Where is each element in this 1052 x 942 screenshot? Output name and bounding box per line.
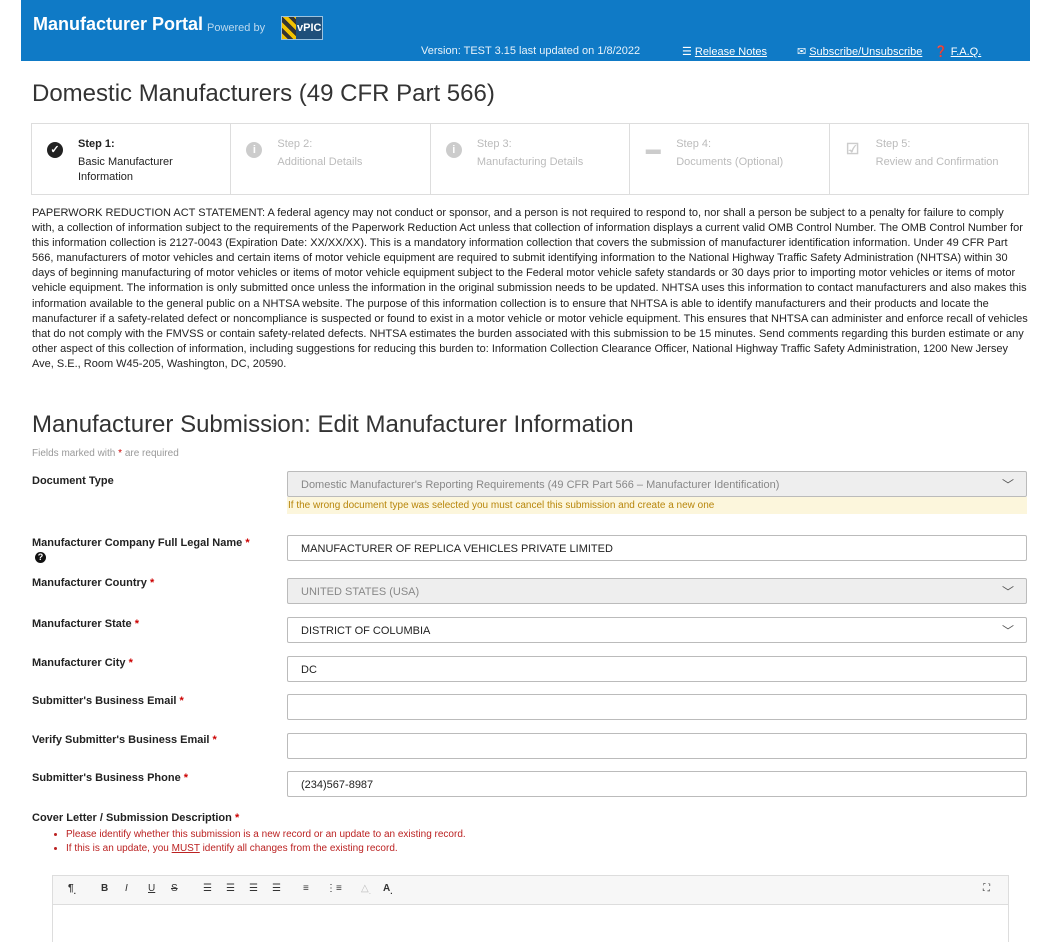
fullscreen-icon[interactable]: ⛶: [983, 883, 990, 894]
document-type-select[interactable]: Domestic Manufacturer's Reporting Requir…: [287, 471, 1027, 497]
step-2[interactable]: i Step 2: Additional Details: [231, 124, 431, 194]
subscribe-link[interactable]: ✉ Subscribe/Unsubscribe: [797, 45, 922, 58]
vpic-logo[interactable]: vPIC: [281, 16, 323, 40]
country-select[interactable]: UNITED STATES (USA) ﹀: [287, 578, 1027, 604]
portal-title[interactable]: Manufacturer Portal: [33, 14, 203, 35]
align-center-icon[interactable]: ☰: [226, 883, 235, 894]
underline-button[interactable]: U: [148, 883, 155, 894]
required-note: Fields marked with * are required: [32, 448, 179, 459]
bullet-list-icon[interactable]: ≡: [303, 883, 309, 894]
highlight-icon[interactable]: △.: [361, 883, 371, 896]
step-3[interactable]: i Step 3: Manufacturing Details: [431, 124, 631, 194]
list-icon: ☰: [682, 46, 692, 58]
info-circle-icon: i: [445, 142, 462, 158]
email-input[interactable]: [287, 694, 1027, 720]
info-circle-icon: i: [246, 142, 263, 158]
phone-input[interactable]: (234)567-8987: [287, 771, 1027, 797]
chevron-down-icon: ﹀: [1001, 624, 1014, 638]
document-type-label: Document Type: [32, 475, 114, 487]
step-title: Step 5:: [875, 138, 911, 150]
folder-open-icon: ▬: [645, 141, 661, 158]
version-info: Version: TEST 3.15 last updated on 1/8/2…: [421, 45, 641, 57]
help-question-icon[interactable]: ?: [35, 551, 46, 563]
question-circle-icon: ❓: [934, 46, 948, 58]
email-label: Submitter's Business Email *: [32, 695, 184, 707]
page-title: Domestic Manufacturers (49 CFR Part 566): [32, 80, 495, 107]
align-right-icon[interactable]: ☰: [249, 883, 258, 894]
verify-email-label: Verify Submitter's Business Email *: [32, 734, 217, 746]
editor-toolbar: ¶. B I U S ☰ ☰ ☰ ☰ ≡ ⋮≡ △. A. ⛶: [53, 876, 1008, 905]
step-desc: Basic Manufacturer Information: [78, 156, 173, 183]
cover-letter-notes: Please identify whether this submission …: [50, 828, 466, 856]
paperwork-reduction-statement: PAPERWORK REDUCTION ACT STATEMENT: A fed…: [32, 207, 1028, 370]
step-desc: Review and Confirmation: [875, 156, 999, 168]
document-type-warning: If the wrong document type was selected …: [287, 497, 1027, 514]
envelope-icon: ✉: [797, 46, 807, 58]
italic-button[interactable]: I: [125, 883, 128, 894]
step-5[interactable]: ☑ Step 5: Review and Confirmation: [830, 124, 1028, 194]
check-circle-icon: ✓: [47, 142, 63, 158]
form-title: Manufacturer Submission: Edit Manufactur…: [32, 411, 634, 438]
strikethrough-button[interactable]: S: [171, 883, 178, 894]
step-1[interactable]: ✓ Step 1: Basic Manufacturer Information: [32, 124, 232, 194]
company-name-input[interactable]: MANUFACTURER OF REPLICA VEHICLES PRIVATE…: [287, 535, 1027, 561]
state-label: Manufacturer State *: [32, 618, 139, 630]
portal-header: Manufacturer Portal Powered by vPIC Vers…: [21, 0, 1030, 61]
release-notes-link[interactable]: ☰ Release Notes: [682, 45, 767, 58]
country-label: Manufacturer Country *: [32, 577, 155, 589]
font-color-button[interactable]: A.: [383, 883, 393, 896]
wizard-steps: ✓ Step 1: Basic Manufacturer Information…: [31, 123, 1029, 195]
step-title: Step 1:: [78, 138, 115, 150]
vpic-logo-text: vPIC: [297, 22, 322, 34]
align-justify-icon[interactable]: ☰: [272, 883, 281, 894]
numbered-list-icon[interactable]: ⋮≡: [326, 883, 342, 894]
phone-label: Submitter's Business Phone *: [32, 772, 189, 784]
step-desc: Documents (Optional): [676, 156, 784, 168]
step-desc: Manufacturing Details: [476, 156, 584, 168]
chevron-down-icon: ﹀: [1001, 585, 1014, 599]
check-square-icon: ☑: [845, 141, 860, 158]
city-input[interactable]: DC: [287, 656, 1027, 682]
step-desc: Additional Details: [277, 156, 363, 168]
rich-text-editor[interactable]: ¶. B I U S ☰ ☰ ☰ ☰ ≡ ⋮≡ △. A. ⛶: [52, 875, 1009, 942]
cover-note-2: If this is an update, you MUST identify …: [66, 842, 466, 856]
step-title: Step 4:: [676, 138, 712, 150]
state-select[interactable]: DISTRICT OF COLUMBIA ﹀: [287, 617, 1027, 643]
chevron-down-icon: ﹀: [1001, 478, 1014, 492]
powered-by-text: Powered by: [207, 22, 266, 34]
paragraph-style-button[interactable]: ¶.: [68, 883, 76, 896]
bold-button[interactable]: B: [101, 883, 108, 894]
step-title: Step 2:: [277, 138, 313, 150]
city-label: Manufacturer City *: [32, 657, 133, 669]
faq-link[interactable]: ❓ F.A.Q.: [934, 45, 981, 58]
step-title: Step 3:: [476, 138, 512, 150]
cover-letter-label: Cover Letter / Submission Description *: [32, 812, 240, 824]
align-left-icon[interactable]: ☰: [203, 883, 212, 894]
cover-note-1: Please identify whether this submission …: [66, 828, 466, 842]
verify-email-input[interactable]: [287, 733, 1027, 759]
company-name-label: Manufacturer Company Full Legal Name * ?: [32, 537, 250, 563]
step-4[interactable]: ▬ Step 4: Documents (Optional): [630, 124, 830, 194]
